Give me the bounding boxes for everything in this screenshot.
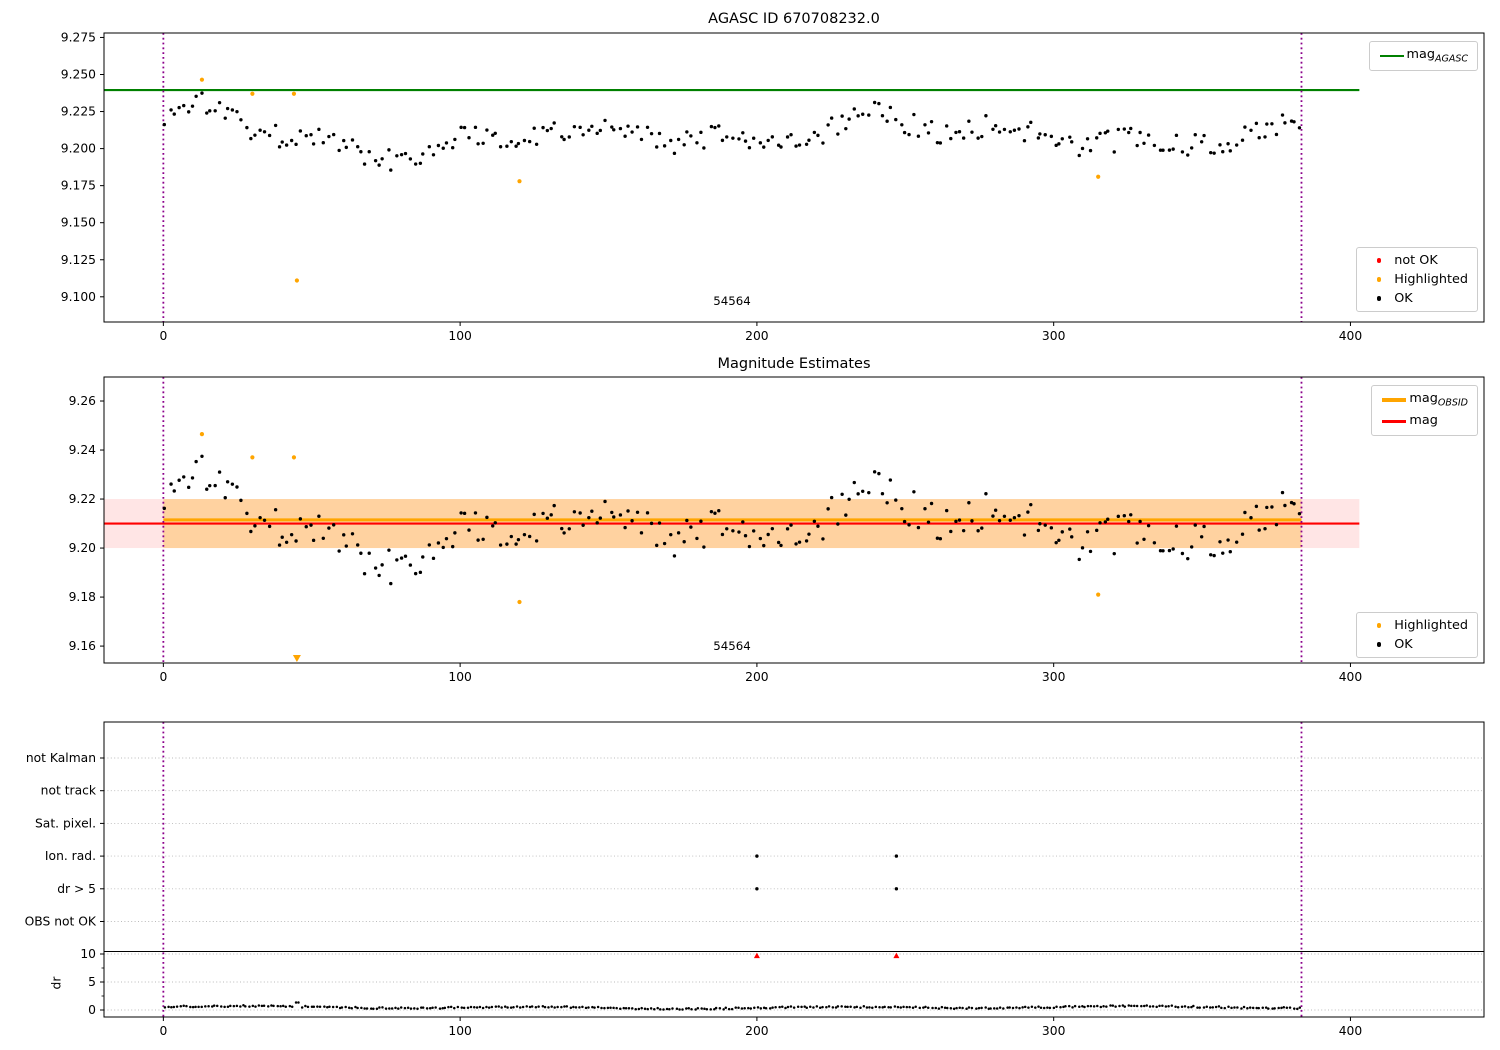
legend-row-highlighted-mid: Highlighted	[1364, 618, 1468, 633]
svg-text:9.20: 9.20	[69, 541, 96, 555]
svg-text:100: 100	[448, 1024, 471, 1038]
plot-bottom-flag-events	[755, 854, 899, 891]
svg-text:dr > 5: dr > 5	[57, 882, 96, 896]
legend-middle-points: Highlighted OK	[1356, 612, 1478, 658]
not-ok-dot-icon	[1376, 258, 1382, 263]
plot-middle-title: Magnitude Estimates	[717, 356, 871, 372]
svg-text:9.200: 9.200	[61, 142, 96, 156]
legend-ok-label: OK	[1394, 291, 1413, 306]
legend-row-mag-agasc: magAGASC	[1377, 47, 1468, 65]
plot-top-highlighted-scatter	[199, 77, 1101, 283]
legend-row-not-ok: not OK	[1364, 253, 1468, 268]
svg-text:Sat. pixel.: Sat. pixel.	[35, 816, 96, 830]
legend-not-ok-label: not OK	[1394, 253, 1438, 268]
svg-text:9.150: 9.150	[61, 216, 96, 230]
svg-text:9.16: 9.16	[69, 639, 97, 653]
legend-mag-agasc-sub: AGASC	[1434, 53, 1468, 65]
svg-text:100: 100	[448, 670, 471, 684]
plot-top-axes: 0 100 200 300 400 9.275 9.250 9.225 9.200 9.175 9.…	[61, 30, 1485, 343]
svg-text:400: 400	[1339, 670, 1362, 684]
svg-text:200: 200	[745, 329, 768, 343]
legend-row-mag-obsid: magOBSID	[1379, 391, 1468, 409]
svg-text:Ion. rad.: Ion. rad.	[45, 849, 96, 863]
svg-text:9.26: 9.26	[69, 394, 97, 408]
svg-text:300: 300	[1042, 1024, 1065, 1038]
legend-top-points: not OK Highlighted OK	[1356, 247, 1478, 312]
svg-text:not track: not track	[41, 784, 97, 798]
svg-text:300: 300	[1042, 329, 1065, 343]
plot-top-title: AGASC ID 670708232.0	[708, 11, 880, 27]
legend-mag-obsid-label: mag	[1409, 391, 1438, 406]
legend-mag-label: mag	[1409, 412, 1438, 428]
mag-agasc-line-icon	[1379, 54, 1404, 58]
legend-ok-mid-label: OK	[1394, 637, 1413, 652]
plot-bottom-flags	[104, 722, 1484, 1017]
plot-top-ok-scatter	[162, 91, 1302, 172]
svg-text:5: 5	[88, 975, 96, 989]
legend-mag-agasc-label: mag	[1406, 47, 1435, 62]
legend-row-highlighted: Highlighted	[1364, 272, 1468, 287]
svg-text:200: 200	[745, 670, 768, 684]
svg-text:9.22: 9.22	[69, 492, 96, 506]
legend-highlighted-mid-label: Highlighted	[1394, 618, 1468, 633]
obsid-annotation-middle: 54564	[713, 639, 751, 653]
highlighted-dot-icon	[1376, 277, 1382, 282]
mag-line-icon	[1382, 420, 1407, 423]
svg-text:0: 0	[159, 1024, 167, 1038]
svg-text:9.100: 9.100	[61, 290, 96, 304]
svg-text:0: 0	[88, 1003, 96, 1017]
legend-highlighted-label: Highlighted	[1394, 272, 1468, 287]
svg-text:400: 400	[1339, 329, 1362, 343]
svg-text:9.225: 9.225	[61, 105, 96, 119]
svg-text:9.18: 9.18	[69, 590, 96, 604]
svg-text:9.275: 9.275	[61, 30, 96, 44]
legend-mag-lines: magOBSID mag	[1371, 385, 1478, 437]
dr-axis-label: dr	[49, 976, 64, 990]
figure: 0 100 200 300 400 9.275 9.250 9.225 9.200 9.175 9.…	[0, 0, 1500, 1050]
legend-mag-agasc: magAGASC	[1368, 41, 1478, 71]
ok-dot-icon	[1376, 642, 1382, 647]
svg-text:300: 300	[1042, 670, 1065, 684]
legend-mag-obsid-sub: OBSID	[1437, 397, 1468, 409]
plot-bottom-axes: 0 100 200 300 400not Kalmannot trackSat. pix…	[25, 721, 1485, 1038]
svg-text:400: 400	[1339, 1024, 1362, 1038]
highlighted-dot-icon	[1376, 623, 1382, 628]
svg-text:100: 100	[448, 329, 471, 343]
svg-text:9.24: 9.24	[69, 443, 97, 457]
svg-text:9.125: 9.125	[61, 253, 96, 267]
ok-dot-icon	[1376, 296, 1382, 301]
plot-bottom-dr-not-ok	[753, 952, 900, 959]
chart-canvas: 0 100 200 300 4009.2759.2509.2259.2009.1759.…	[25, 30, 1485, 1038]
svg-text:0: 0	[159, 670, 167, 684]
svg-text:200: 200	[745, 1024, 768, 1038]
mag-obsid-line-icon	[1382, 398, 1407, 402]
svg-text:9.175: 9.175	[61, 179, 96, 193]
svg-text:10: 10	[80, 947, 96, 961]
obsid-annotation-top: 54564	[713, 294, 751, 308]
plot-top-magnitudes	[104, 33, 1360, 322]
legend-row-ok: OK	[1364, 291, 1468, 306]
plot-bottom-dr-scatter	[163, 1001, 1302, 1011]
svg-text:not Kalman: not Kalman	[26, 751, 96, 765]
legend-row-ok-mid: OK	[1364, 637, 1468, 652]
svg-text:OBS not OK: OBS not OK	[25, 915, 97, 929]
svg-text:9.250: 9.250	[61, 67, 96, 81]
plot-middle-magnitude-estimates	[104, 377, 1360, 663]
svg-text:0: 0	[159, 329, 167, 343]
legend-row-mag: mag	[1379, 413, 1468, 431]
